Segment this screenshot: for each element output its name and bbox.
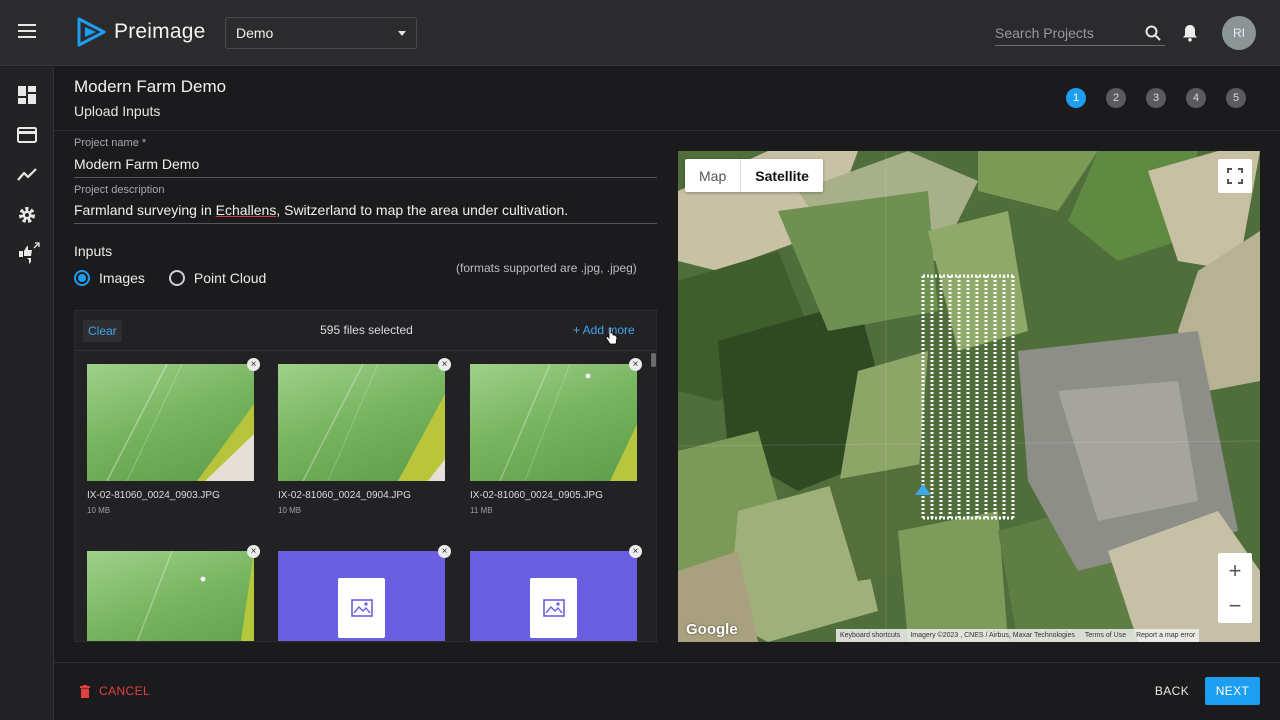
image-placeholder-icon bbox=[350, 599, 373, 617]
cancel-label: CANCEL bbox=[99, 684, 151, 698]
project-name-label: Project name * bbox=[74, 137, 147, 149]
search-input[interactable] bbox=[995, 24, 1135, 41]
satellite-tab[interactable]: Satellite bbox=[740, 159, 823, 192]
map-type-toggle: Map Satellite bbox=[685, 159, 823, 192]
description-text-start: Farmland surveying in bbox=[74, 202, 216, 218]
image-placeholder-icon bbox=[542, 599, 565, 617]
page-subtitle: Upload Inputs bbox=[74, 103, 161, 119]
header-divider bbox=[54, 130, 1280, 131]
file-size: 10 MB bbox=[278, 506, 302, 515]
analytics-trend-icon[interactable] bbox=[17, 165, 37, 185]
keyboard-shortcuts-link[interactable]: Keyboard shortcuts bbox=[840, 629, 900, 642]
file-card[interactable]: IX-02-81060_0024_0904.JPG 10 MB bbox=[278, 364, 445, 515]
zoom-controls: + − bbox=[1218, 553, 1252, 623]
sidebar bbox=[0, 67, 54, 720]
radio-images-label[interactable]: Images bbox=[99, 270, 145, 286]
inputs-heading: Inputs bbox=[74, 243, 113, 259]
file-thumbnail bbox=[87, 364, 254, 481]
stepper: 1 2 3 4 5 bbox=[1066, 88, 1246, 108]
remove-file-icon[interactable]: × bbox=[438, 358, 451, 371]
step-1[interactable]: 1 bbox=[1066, 88, 1086, 108]
map-imagery bbox=[678, 151, 1260, 642]
file-thumbnail-placeholder bbox=[278, 551, 445, 641]
file-card[interactable]: IX-02-81060_0024_0905.JPG 11 MB bbox=[470, 364, 637, 515]
description-misspelled-word: Echallens bbox=[215, 202, 277, 218]
project-name-field[interactable]: Modern Farm Demo bbox=[74, 156, 657, 178]
step-3[interactable]: 3 bbox=[1146, 88, 1166, 108]
formats-note: (formats supported are .jpg, .jpeg) bbox=[456, 261, 637, 275]
radio-images[interactable] bbox=[74, 270, 90, 286]
files-panel: Clear 595 files selected + Add more IX-0… bbox=[74, 310, 657, 642]
file-card[interactable]: IX-02-81060_0024_0903.JPG 10 MB bbox=[87, 364, 254, 515]
remove-file-icon[interactable]: × bbox=[247, 545, 260, 558]
zoom-out-button[interactable]: − bbox=[1218, 588, 1252, 623]
remove-file-icon[interactable]: × bbox=[247, 358, 260, 371]
file-name: IX-02-81060_0024_0903.JPG bbox=[87, 490, 220, 501]
remove-file-icon[interactable]: × bbox=[438, 545, 451, 558]
chevron-down-icon bbox=[398, 30, 406, 36]
dashboard-icon[interactable] bbox=[17, 85, 37, 105]
step-4[interactable]: 4 bbox=[1186, 88, 1206, 108]
footer-divider bbox=[54, 662, 1280, 663]
remove-file-icon[interactable]: × bbox=[629, 358, 642, 371]
map-attribution: Keyboard shortcuts Imagery ©2023 , CNES … bbox=[836, 629, 1200, 642]
preimage-logo-icon bbox=[77, 17, 106, 47]
project-select[interactable]: Demo bbox=[225, 17, 417, 49]
project-select-value: Demo bbox=[236, 25, 274, 41]
menu-icon[interactable] bbox=[18, 24, 36, 38]
report-map-error-link[interactable]: Report a map error bbox=[1136, 629, 1195, 642]
radio-point-cloud[interactable] bbox=[168, 270, 185, 286]
step-2[interactable]: 2 bbox=[1106, 88, 1126, 108]
file-name: IX-02-81060_0024_0904.JPG bbox=[278, 490, 411, 501]
imagery-credit: Imagery ©2023 , CNES / Airbus, Maxar Tec… bbox=[910, 632, 1075, 639]
file-size: 11 MB bbox=[470, 506, 493, 515]
next-button[interactable]: NEXT bbox=[1205, 677, 1260, 705]
app-name: Preimage bbox=[114, 20, 206, 43]
app-logo[interactable]: Preimage bbox=[76, 17, 205, 47]
search-box bbox=[995, 20, 1165, 46]
map-tab[interactable]: Map bbox=[685, 159, 740, 192]
notification-bell-icon[interactable] bbox=[1182, 24, 1198, 42]
settings-gear-icon[interactable] bbox=[17, 205, 37, 225]
feedback-thumbs-icon[interactable] bbox=[17, 241, 41, 265]
google-logo: Google bbox=[686, 621, 738, 638]
file-name: IX-02-81060_0024_0905.JPG bbox=[470, 490, 603, 501]
files-toolbar: Clear 595 files selected + Add more bbox=[75, 311, 656, 351]
mouse-cursor-icon bbox=[605, 326, 618, 345]
file-size: 10 MB bbox=[87, 506, 111, 515]
terms-of-use-link[interactable]: Terms of Use bbox=[1085, 629, 1126, 642]
page-title: Modern Farm Demo bbox=[74, 77, 227, 96]
project-description-field[interactable]: Farmland surveying in Echallens, Switzer… bbox=[74, 202, 657, 224]
search-icon[interactable] bbox=[1145, 25, 1161, 41]
file-thumbnail-placeholder bbox=[470, 551, 637, 641]
file-thumbnail bbox=[470, 364, 637, 481]
input-type-radio-group: Images Point Cloud bbox=[74, 270, 290, 286]
files-scrollbar[interactable] bbox=[651, 353, 656, 367]
files-selected-count: 595 files selected bbox=[320, 323, 413, 337]
back-button[interactable]: BACK bbox=[1148, 677, 1196, 705]
project-description-label: Project description bbox=[74, 184, 165, 196]
fullscreen-icon bbox=[1227, 168, 1243, 184]
top-bar: Preimage Demo RI bbox=[0, 0, 1280, 66]
file-card[interactable] bbox=[87, 551, 254, 641]
remove-file-icon[interactable]: × bbox=[629, 545, 642, 558]
add-more-button[interactable]: + Add more bbox=[573, 323, 635, 337]
cancel-button[interactable]: CANCEL bbox=[80, 684, 150, 698]
file-thumbnail bbox=[87, 551, 254, 641]
fullscreen-button[interactable] bbox=[1218, 159, 1252, 193]
file-thumbnail bbox=[278, 364, 445, 481]
avatar[interactable]: RI bbox=[1222, 16, 1256, 50]
trash-icon bbox=[80, 684, 90, 698]
file-card[interactable] bbox=[470, 551, 637, 641]
zoom-in-button[interactable]: + bbox=[1218, 553, 1252, 588]
credit-card-icon[interactable] bbox=[17, 125, 37, 145]
file-card[interactable] bbox=[278, 551, 445, 641]
satellite-map[interactable]: Map Satellite + − Google Keyboard shortc… bbox=[678, 151, 1260, 642]
step-5[interactable]: 5 bbox=[1226, 88, 1246, 108]
description-text-end: , Switzerland to map the area under cult… bbox=[276, 202, 569, 218]
radio-point-cloud-label[interactable]: Point Cloud bbox=[194, 270, 266, 286]
